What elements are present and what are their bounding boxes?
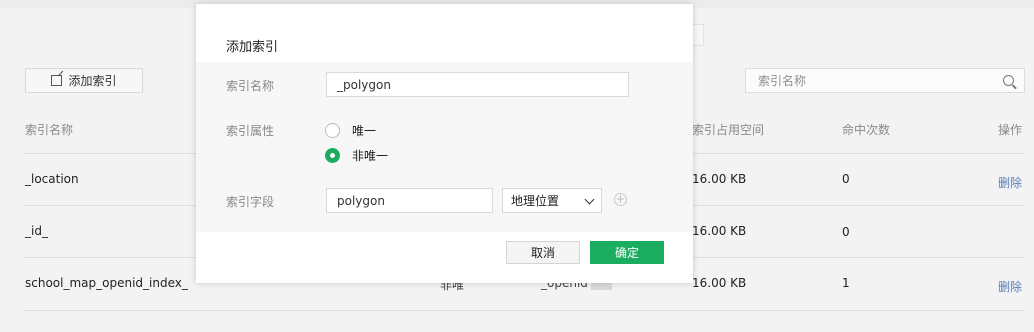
dialog-title: 添加索引 [226, 40, 279, 55]
edit-icon [51, 75, 63, 86]
row-index-space: 16.00 KB [692, 172, 747, 186]
add-index-dialog: 添加索引 索引名称 _polygon 索引属性 唯一 非唯一 索引字段 poly… [196, 4, 693, 283]
plus-circle-icon[interactable]: + [614, 193, 627, 206]
radio-unique-circle[interactable] [325, 123, 340, 138]
index-search[interactable] [745, 68, 1025, 93]
column-header-hits: 命中次数 [842, 123, 891, 137]
field-type-value: 地理位置 [511, 194, 560, 208]
search-icon[interactable] [1003, 75, 1014, 86]
index-field-input[interactable]: polygon [326, 188, 493, 213]
column-header-name: 索引名称 [25, 123, 74, 137]
add-index-button[interactable]: 添加索引 [25, 68, 143, 93]
cancel-button[interactable]: 取消 [506, 241, 580, 264]
chevron-down-icon [584, 194, 595, 204]
radio-unique[interactable]: 唯一 [325, 122, 376, 139]
delete-link[interactable]: 删除 [998, 174, 1022, 191]
index-name-input[interactable]: _polygon [326, 72, 629, 97]
row-divider [25, 310, 1024, 311]
row-index-hits: 0 [842, 172, 850, 186]
field-type-select[interactable]: 地理位置 [502, 188, 602, 213]
radio-non-unique-label: 非唯一 [352, 149, 389, 163]
add-index-label: 添加索引 [68, 74, 117, 88]
index-name-label: 索引名称 [226, 79, 275, 93]
column-header-space: 索引占用空间 [692, 123, 765, 137]
radio-unique-label: 唯一 [352, 124, 377, 138]
row-index-hits: 0 [842, 225, 850, 239]
row-index-space: 16.00 KB [692, 276, 747, 290]
search-input[interactable] [756, 72, 1003, 89]
radio-non-unique[interactable]: 非唯一 [325, 147, 388, 164]
row-index-name: school_map_openid_index_ [25, 276, 188, 290]
radio-non-unique-circle[interactable] [325, 148, 340, 163]
index-attr-label: 索引属性 [226, 124, 275, 138]
row-index-name: _location [25, 172, 79, 186]
row-index-name: _id_ [25, 224, 48, 238]
column-header-action: 操作 [998, 123, 1023, 137]
row-index-space: 16.00 KB [692, 224, 747, 238]
index-field-label: 索引字段 [226, 195, 275, 209]
confirm-button[interactable]: 确定 [590, 241, 664, 264]
delete-link[interactable]: 删除 [998, 278, 1022, 295]
row-index-hits: 1 [842, 276, 850, 290]
